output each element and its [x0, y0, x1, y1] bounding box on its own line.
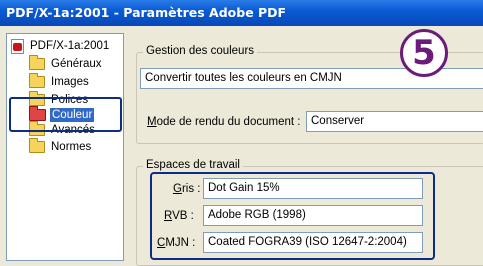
tree-item-normes[interactable]: Normes	[29, 138, 93, 155]
folder-icon	[29, 55, 45, 70]
working-spaces-highlight-box	[150, 172, 435, 260]
tree-root[interactable]: PDF/X-1a:2001	[11, 38, 111, 54]
folder-icon	[29, 73, 45, 88]
group-legend: Gestion des couleurs	[143, 45, 258, 57]
render-mode-label: Mode de rendu du document :	[147, 115, 300, 129]
tree-item-images[interactable]: Images	[29, 73, 91, 90]
callout-number-badge: 5	[400, 29, 448, 77]
pdf-preset-icon	[11, 38, 24, 54]
render-mode-label-text: ode de rendu du document :	[156, 116, 301, 128]
settings-tree[interactable]: PDF/X-1a:2001 Généraux Images Polices Co…	[6, 33, 124, 261]
tree-root-label: PDF/X-1a:2001	[30, 40, 110, 52]
folder-icon	[29, 138, 45, 153]
render-mode-label-accesskey: M	[147, 116, 157, 128]
tree-item-generaux[interactable]: Généraux	[29, 55, 104, 72]
adobe-pdf-settings-window: PDF/X-1a:2001 - Paramètres Adobe PDF PDF…	[0, 0, 483, 266]
tree-highlight-box	[9, 97, 122, 132]
group-legend: Espaces de travail	[143, 159, 243, 171]
tree-item-label: Images	[51, 76, 89, 88]
tree-item-label: Normes	[51, 141, 92, 153]
render-mode-select[interactable]: Conserver	[306, 111, 483, 132]
window-title: PDF/X-1a:2001 - Paramètres Adobe PDF	[0, 0, 483, 26]
tree-item-label: Généraux	[51, 58, 102, 70]
